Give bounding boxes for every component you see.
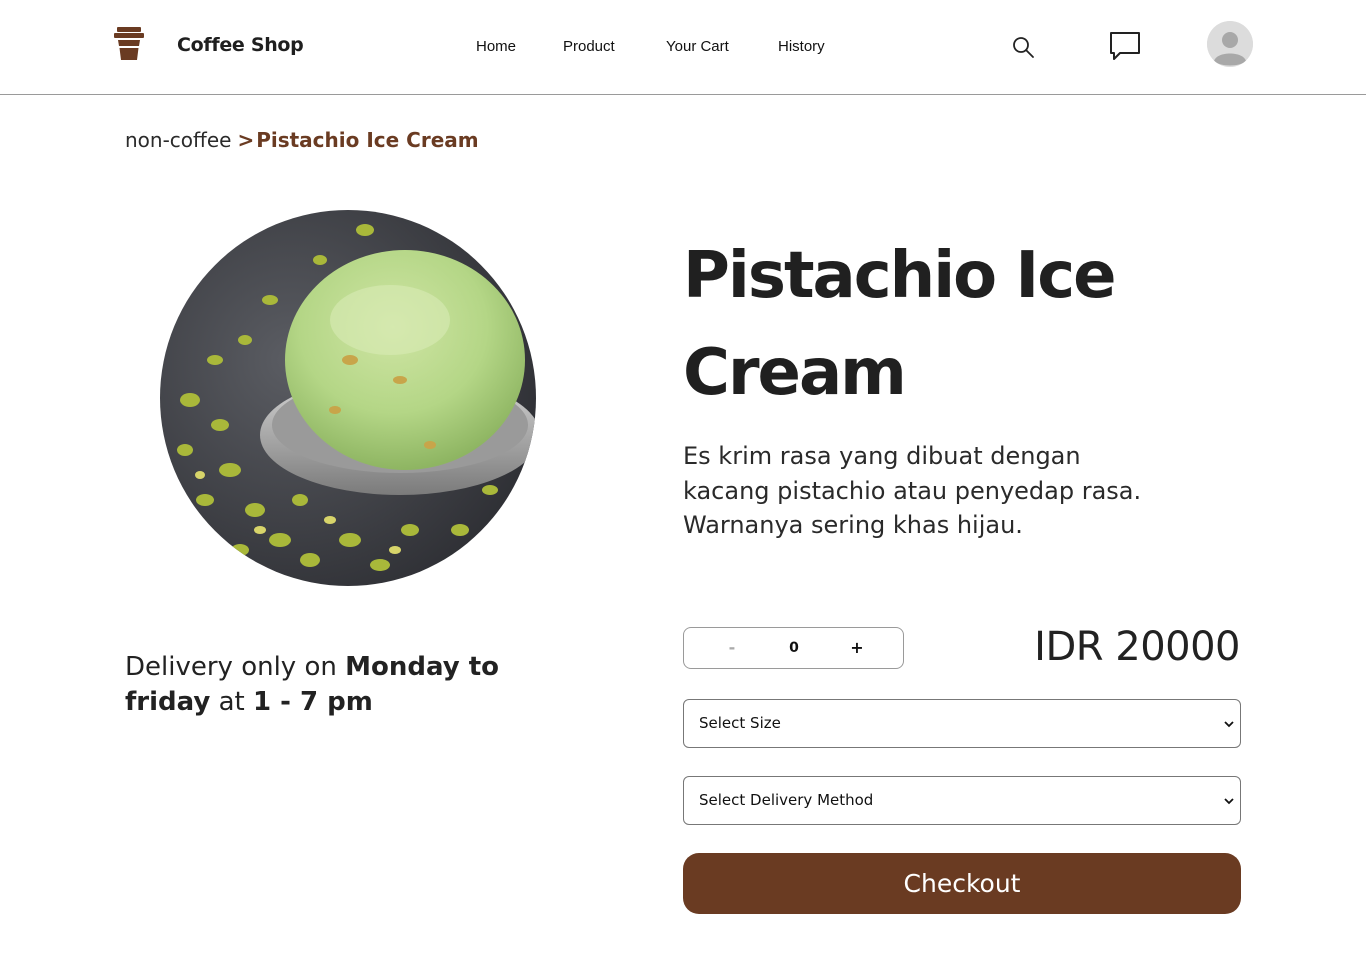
product-description: Es krim rasa yang dibuat dengan kacang p… (683, 442, 1142, 539)
chevron-down-icon (1224, 721, 1234, 728)
delivery-hours: 1 - 7 pm (253, 687, 373, 717)
nav-link-home[interactable]: Home (476, 38, 516, 55)
breadcrumb-parent-link[interactable]: non-coffee (125, 128, 231, 152)
chat-icon[interactable] (1109, 31, 1141, 61)
chevron-down-icon (1224, 798, 1234, 805)
nav-link-your-cart[interactable]: Your Cart (666, 38, 729, 55)
avatar-icon (1207, 21, 1253, 67)
ice-cream-illustration (160, 210, 536, 586)
quantity-decrease-button[interactable]: - (717, 636, 747, 660)
delivery-method-select-value: Select Delivery Method (699, 791, 874, 809)
product-price: IDR 20000 (1034, 624, 1240, 670)
nav-link-history[interactable]: History (778, 38, 825, 55)
delivery-note: Delivery only on Monday to friday at 1 -… (125, 650, 525, 720)
coffee-cup-icon[interactable] (111, 27, 145, 61)
delivery-method-select[interactable]: Select Delivery Method (683, 776, 1241, 825)
quantity-stepper: - + (683, 627, 904, 669)
quantity-input[interactable] (779, 636, 809, 660)
avatar[interactable] (1207, 21, 1253, 67)
brand-name[interactable]: Coffee Shop (177, 34, 304, 56)
checkout-button[interactable]: Checkout (683, 853, 1241, 914)
size-select[interactable]: Select Size (683, 699, 1241, 748)
breadcrumb-separator: > (237, 128, 255, 152)
product-title: Pistachio Ice Cream (683, 239, 1117, 410)
breadcrumb: non-coffee > Pistachio Ice Cream (125, 128, 479, 152)
navbar: Coffee Shop Home Product Your Cart Histo… (0, 0, 1366, 95)
quantity-increase-button[interactable]: + (842, 636, 872, 660)
delivery-prefix: Delivery only on (125, 652, 346, 682)
product-image (160, 210, 536, 586)
size-select-value: Select Size (699, 714, 781, 732)
nav-link-product[interactable]: Product (563, 38, 615, 55)
search-icon[interactable] (1011, 35, 1035, 59)
delivery-middle: at (210, 687, 254, 717)
breadcrumb-current: Pistachio Ice Cream (256, 128, 479, 152)
